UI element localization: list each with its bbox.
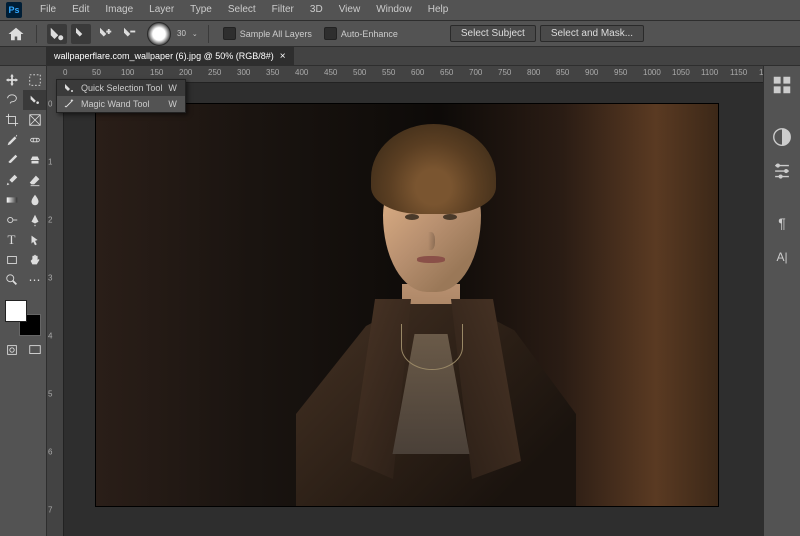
eyedropper-tool[interactable] bbox=[0, 130, 23, 150]
menu-layer[interactable]: Layer bbox=[141, 0, 182, 20]
home-icon[interactable] bbox=[6, 24, 26, 44]
shortcut: W bbox=[168, 99, 177, 109]
tab-title: wallpaperflare.com_wallpaper (6).jpg @ 5… bbox=[54, 51, 274, 61]
menu-3d[interactable]: 3D bbox=[302, 0, 331, 20]
hand-tool[interactable] bbox=[23, 250, 46, 270]
document-canvas[interactable] bbox=[96, 104, 718, 506]
flyout-magic-wand[interactable]: Magic Wand Tool W bbox=[57, 96, 185, 112]
paragraph-panel-icon[interactable]: ¶ bbox=[771, 212, 793, 234]
vertical-ruler[interactable]: 012345678 bbox=[47, 82, 64, 536]
menu-type[interactable]: Type bbox=[182, 0, 220, 20]
tabbar: wallpaperflare.com_wallpaper (6).jpg @ 5… bbox=[0, 47, 800, 66]
history-brush-tool[interactable] bbox=[0, 170, 23, 190]
lasso-tool[interactable] bbox=[0, 90, 23, 110]
dropdown-icon[interactable]: ⌄ bbox=[192, 30, 198, 38]
quick-mask-mode[interactable] bbox=[0, 340, 23, 360]
menu-file[interactable]: File bbox=[32, 0, 64, 20]
image-content bbox=[276, 124, 586, 506]
select-subject-button[interactable]: Select Subject bbox=[450, 25, 536, 42]
gradient-tool[interactable] bbox=[0, 190, 23, 210]
foreground-color[interactable] bbox=[5, 300, 27, 322]
path-selection-tool[interactable] bbox=[23, 230, 46, 250]
magic-wand-icon bbox=[63, 98, 75, 110]
dodge-tool[interactable] bbox=[0, 210, 23, 230]
menu-view[interactable]: View bbox=[331, 0, 369, 20]
divider bbox=[36, 25, 37, 43]
menu-help[interactable]: Help bbox=[420, 0, 457, 20]
blur-tool[interactable] bbox=[23, 190, 46, 210]
tool-preset-icon[interactable] bbox=[47, 24, 67, 44]
new-selection-icon[interactable] bbox=[71, 24, 91, 44]
options-bar: 30 ⌄ Sample All Layers Auto-Enhance Sele… bbox=[0, 21, 800, 47]
quick-selection-tool[interactable] bbox=[23, 90, 46, 110]
workspace: T ⋯ 050100150200250300350400450500550600… bbox=[0, 66, 800, 536]
character-panel-icon[interactable]: A| bbox=[771, 246, 793, 268]
crop-tool[interactable] bbox=[0, 110, 23, 130]
document-tab[interactable]: wallpaperflare.com_wallpaper (6).jpg @ 5… bbox=[46, 47, 294, 65]
menu-select[interactable]: Select bbox=[220, 0, 264, 20]
quick-selection-icon bbox=[63, 82, 75, 94]
move-tool[interactable] bbox=[0, 70, 23, 90]
grid-panel-icon[interactable] bbox=[771, 74, 793, 96]
eraser-tool[interactable] bbox=[23, 170, 46, 190]
menubar: Ps File Edit Image Layer Type Select Fil… bbox=[0, 0, 800, 21]
sample-all-layers-checkbox[interactable]: Sample All Layers bbox=[219, 27, 316, 40]
brush-size-label: 30 bbox=[177, 29, 186, 38]
healing-brush-tool[interactable] bbox=[23, 130, 46, 150]
tool-flyout-menu: Quick Selection Tool W Magic Wand Tool W bbox=[56, 79, 186, 113]
menu-filter[interactable]: Filter bbox=[264, 0, 302, 20]
zoom-tool[interactable] bbox=[0, 270, 23, 290]
color-swatches[interactable] bbox=[5, 300, 41, 336]
close-icon[interactable]: × bbox=[280, 51, 286, 62]
select-and-mask-button[interactable]: Select and Mask... bbox=[540, 25, 644, 42]
subtract-from-selection-icon[interactable] bbox=[119, 24, 139, 44]
edit-toolbar[interactable]: ⋯ bbox=[23, 270, 46, 290]
menu-edit[interactable]: Edit bbox=[64, 0, 97, 20]
marquee-tool[interactable] bbox=[23, 70, 46, 90]
right-panel-dock: ¶ A| bbox=[763, 66, 800, 536]
menu-image[interactable]: Image bbox=[97, 0, 141, 20]
rectangle-tool[interactable] bbox=[0, 250, 23, 270]
clone-stamp-tool[interactable] bbox=[23, 150, 46, 170]
auto-enhance-checkbox[interactable]: Auto-Enhance bbox=[320, 27, 402, 40]
brush-tool[interactable] bbox=[0, 150, 23, 170]
shortcut: W bbox=[168, 83, 177, 93]
flyout-quick-selection[interactable]: Quick Selection Tool W bbox=[57, 80, 185, 96]
brush-preview[interactable] bbox=[147, 22, 171, 46]
canvas-area: 0501001502002503003504004505005506006507… bbox=[47, 66, 763, 536]
menu-window[interactable]: Window bbox=[368, 0, 420, 20]
frame-tool[interactable] bbox=[23, 110, 46, 130]
divider bbox=[208, 25, 209, 43]
add-to-selection-icon[interactable] bbox=[95, 24, 115, 44]
color-panel-icon[interactable] bbox=[771, 126, 793, 148]
pen-tool[interactable] bbox=[23, 210, 46, 230]
screen-mode[interactable] bbox=[23, 340, 46, 360]
toolbox: T ⋯ bbox=[0, 66, 47, 536]
adjustments-panel-icon[interactable] bbox=[771, 160, 793, 182]
type-tool[interactable]: T bbox=[0, 230, 23, 250]
app-icon: Ps bbox=[6, 2, 22, 18]
